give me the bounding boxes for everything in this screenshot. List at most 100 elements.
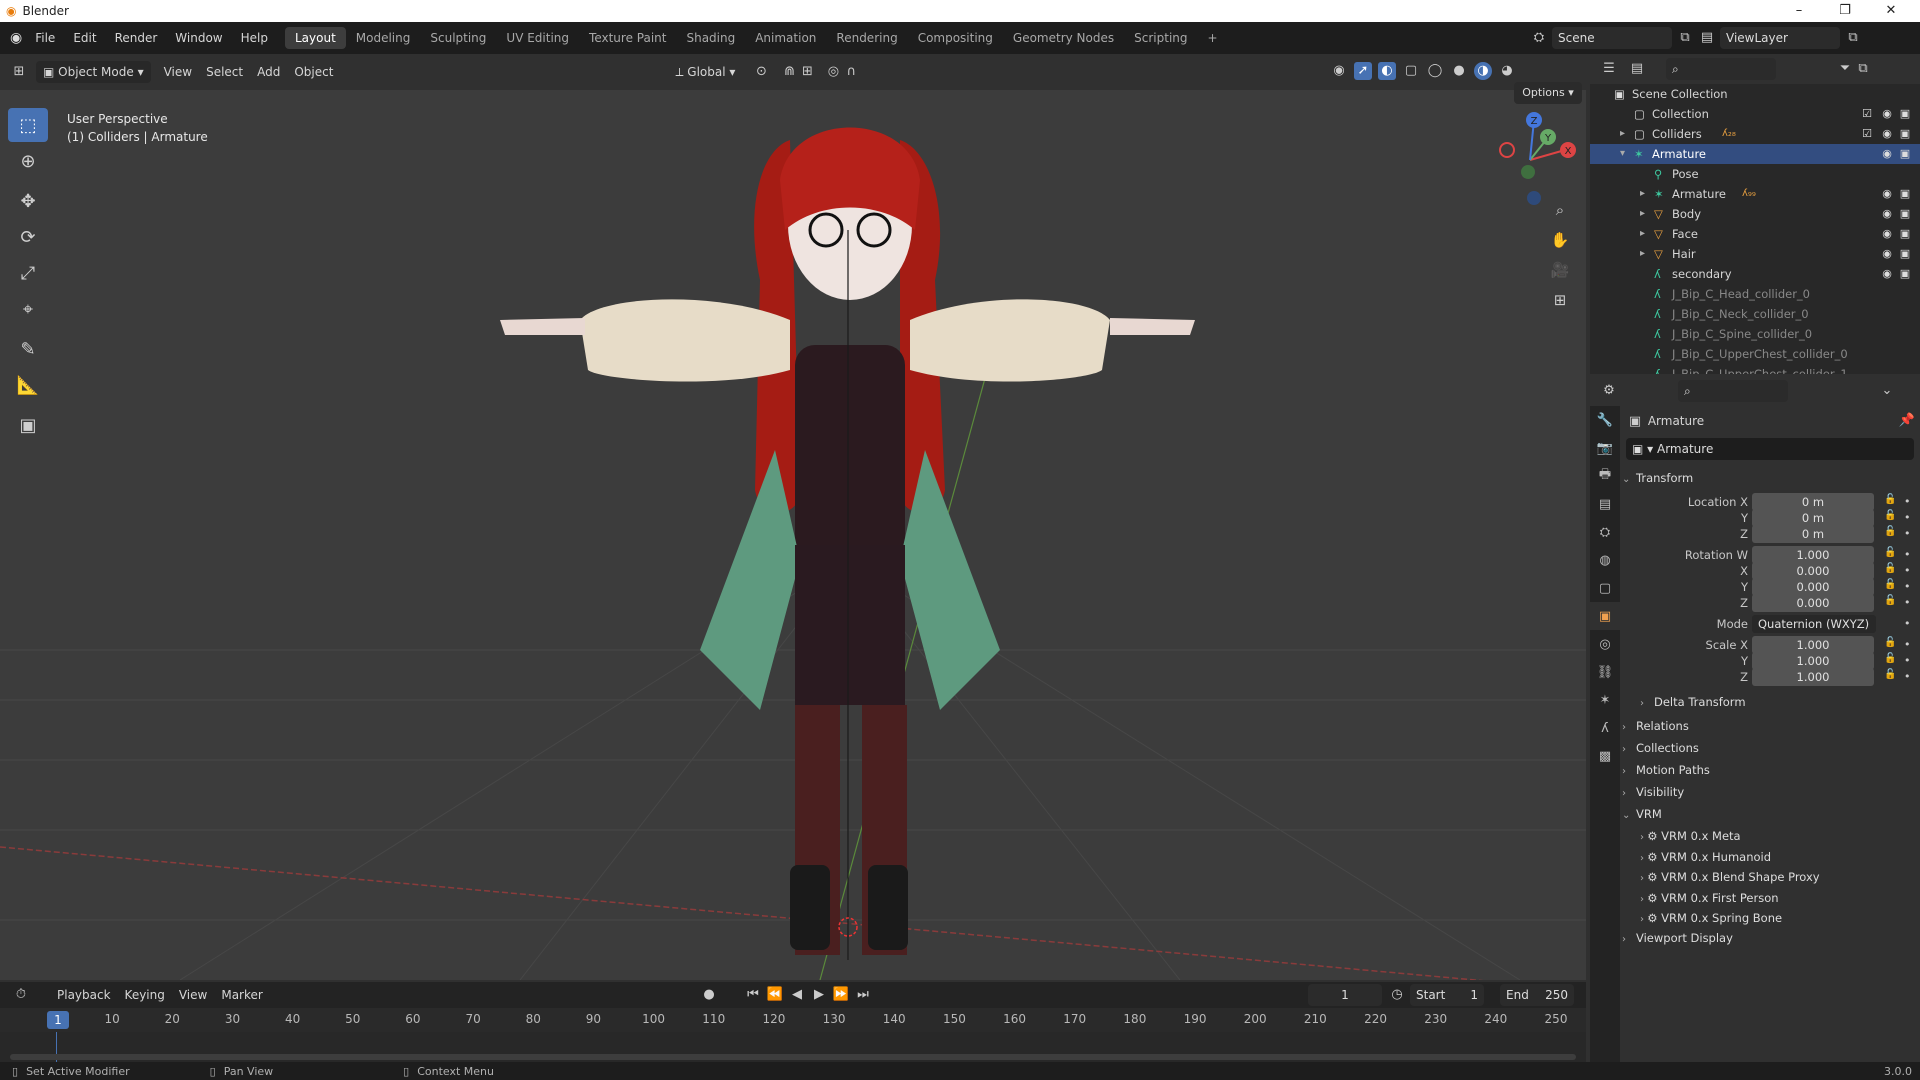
output-tab-icon[interactable]: 🖶 (1590, 462, 1620, 490)
vrm-panel-header[interactable]: ⌄ VRM (1622, 802, 1916, 826)
viewlayer-icon[interactable]: ▤ (1698, 29, 1716, 47)
bone-tab-icon[interactable]: ʎ (1590, 714, 1620, 742)
panel-motion-paths[interactable]: › Motion Paths (1622, 758, 1916, 782)
blender-menu-icon[interactable]: ◉ (10, 30, 22, 46)
falloff-icon[interactable]: ∩ (842, 63, 860, 81)
expand-toggle-icon[interactable]: ▸ (1640, 204, 1645, 224)
render-camera-icon[interactable]: ▣ (1898, 187, 1912, 201)
transform-tool[interactable]: ⌖ (8, 292, 48, 326)
mode-selector[interactable]: ▣ Object Mode ▾ (36, 61, 151, 83)
tool-tab-icon[interactable]: 🔧 (1590, 406, 1620, 434)
eye-icon[interactable]: ◉ (1880, 207, 1894, 221)
viewport-menu-add[interactable]: Add (250, 61, 287, 83)
outliner-row[interactable]: ʎ secondary ◉ ▣ (1590, 264, 1920, 284)
eye-icon[interactable]: ◉ (1880, 147, 1894, 161)
properties-editor-type-icon[interactable]: ⚙ (1600, 382, 1618, 400)
workspace-tab-compositing[interactable]: Compositing (908, 27, 1003, 49)
zoom-icon[interactable]: ⌕ (1546, 196, 1574, 224)
camera-view-icon[interactable]: 🎥 (1546, 256, 1574, 284)
properties-search-input[interactable]: ⌕ (1678, 380, 1788, 402)
wireframe-shading-icon[interactable]: ◯ (1426, 62, 1444, 80)
render-camera-icon[interactable]: ▣ (1898, 127, 1912, 141)
properties-options-icon[interactable]: ⌄ (1878, 382, 1896, 400)
render-tab-icon[interactable]: 📷 (1590, 434, 1620, 462)
gizmo-neg-y[interactable] (1521, 165, 1535, 179)
workspace-tab-uv-editing[interactable]: UV Editing (496, 27, 579, 49)
jump-keyframe-back-icon[interactable]: ⏪ (766, 986, 784, 1004)
jump-keyframe-forward-icon[interactable]: ⏩ (832, 986, 850, 1004)
end-frame-field[interactable]: End 250 (1500, 984, 1574, 1006)
eye-icon[interactable]: ◉ (1880, 187, 1894, 201)
render-camera-icon[interactable]: ▣ (1898, 147, 1912, 161)
pin-icon[interactable]: 📌 (1898, 412, 1916, 430)
lock-icon[interactable]: 🔓 (1884, 669, 1896, 680)
navigation-gizmo[interactable]: X Y Z (1480, 110, 1580, 210)
annotate-tool[interactable]: ✎ (8, 332, 48, 366)
outliner-row[interactable]: ʎ J_Bip_C_UpperChest_collider_0 (1590, 344, 1920, 364)
outliner-row[interactable]: ▢ Collection ☑ ◉ ▣ (1590, 104, 1920, 124)
outliner-row[interactable]: ʎ J_Bip_C_Neck_collider_0 (1590, 304, 1920, 324)
gizmo-icon[interactable]: ➚ (1354, 62, 1372, 80)
keyframe-dot-icon[interactable]: • (1904, 593, 1911, 613)
maximize-button[interactable]: ❐ (1822, 0, 1868, 22)
select-box-tool[interactable]: ⬚ (8, 108, 48, 142)
exclude-checkbox[interactable]: ☑ (1860, 107, 1874, 121)
object-datablock-field[interactable]: ▣ ▾ Armature (1626, 438, 1914, 460)
keyframe-dot-icon[interactable]: • (1904, 614, 1911, 634)
move-tool[interactable]: ✥ (8, 184, 48, 218)
orientation-selector[interactable]: ⟂ Global ▾ (668, 61, 742, 83)
outliner-row[interactable]: ▸ ▢ Colliders ʎ₂₈ ☑ ◉ ▣ (1590, 124, 1920, 144)
scene-icon[interactable]: ⛭ (1530, 29, 1548, 47)
workspace-tab-geometry-nodes[interactable]: Geometry Nodes (1003, 27, 1124, 49)
jump-start-icon[interactable]: ⏮ (744, 986, 762, 1004)
texture-tab-icon[interactable]: ▩ (1590, 742, 1620, 770)
outliner-row[interactable]: ʎ J_Bip_C_Spine_collider_0 (1590, 324, 1920, 344)
preview-range-icon[interactable]: ◷ (1388, 986, 1406, 1004)
object-tab-icon[interactable]: ▣ (1590, 602, 1620, 630)
property-value-field[interactable]: 1.000 (1752, 668, 1874, 686)
frame-ruler[interactable]: 1 10 20 30 40 50 60 70 80 90 100 110 120 130 140 150 160… (0, 1008, 1586, 1032)
editor-type-icon[interactable]: ⊞ (10, 63, 28, 81)
scene-tab-icon[interactable]: ⛭ (1590, 518, 1620, 546)
collection-tab-icon[interactable]: ▢ (1590, 574, 1620, 602)
expand-toggle-icon[interactable]: ▸ (1640, 184, 1645, 204)
panel-relations[interactable]: › Relations (1622, 714, 1916, 738)
exclude-checkbox[interactable]: ☑ (1860, 127, 1874, 141)
gizmo-neg-x[interactable] (1499, 142, 1515, 158)
pivot-icon[interactable]: ⊙ (752, 63, 770, 81)
timeline-editor-type-icon[interactable]: ⏱ (12, 986, 30, 1004)
timeline-body[interactable] (0, 1032, 1586, 1062)
eye-icon[interactable]: ◉ (1880, 107, 1894, 121)
property-value-field[interactable]: 0 m (1752, 525, 1874, 543)
workspace-tab-shading[interactable]: Shading (676, 27, 745, 49)
current-frame-field[interactable]: 1 (1308, 984, 1382, 1006)
render-camera-icon[interactable]: ▣ (1898, 247, 1912, 261)
expand-toggle-icon[interactable]: ▸ (1640, 224, 1645, 244)
scale-tool[interactable]: ⤢ (8, 256, 48, 290)
menu-file[interactable]: File (26, 31, 64, 45)
timeline-menu-view[interactable]: View (172, 984, 214, 1006)
render-camera-icon[interactable]: ▣ (1898, 267, 1912, 281)
menu-edit[interactable]: Edit (64, 31, 105, 45)
outliner-row[interactable]: ▣ Scene Collection (1590, 84, 1920, 104)
close-button[interactable]: ✕ (1868, 0, 1914, 22)
world-tab-icon[interactable]: ◍ (1590, 546, 1620, 574)
expand-toggle-icon[interactable]: ▾ (1620, 144, 1625, 164)
snap-target-icon[interactable]: ⊞ (798, 63, 816, 81)
outliner-row[interactable]: ʎ J_Bip_C_UpperChest_collider_1 (1590, 364, 1920, 374)
3d-viewport[interactable] (0, 90, 1586, 980)
eye-icon[interactable]: ◉ (1880, 247, 1894, 261)
options-dropdown[interactable]: Options ▾ (1514, 82, 1582, 104)
panel-visibility[interactable]: › Visibility (1622, 780, 1916, 804)
lock-icon[interactable]: 🔓 (1884, 637, 1896, 648)
outliner-search-input[interactable]: ⌕ (1666, 58, 1776, 80)
lock-icon[interactable]: 🔓 (1884, 595, 1896, 606)
lock-icon[interactable]: 🔓 (1884, 563, 1896, 574)
new-viewlayer-icon[interactable]: ⧉ (1844, 29, 1862, 47)
jump-end-icon[interactable]: ⏭ (854, 986, 872, 1004)
record-icon[interactable]: ● (700, 986, 718, 1004)
new-collection-icon[interactable]: ⧉ (1854, 60, 1872, 78)
outliner-row[interactable]: ▸ ✶ Armature ʎ₉₉ ◉ ▣ (1590, 184, 1920, 204)
outliner-row[interactable]: ʎ J_Bip_C_Head_collider_0 (1590, 284, 1920, 304)
lock-icon[interactable]: 🔓 (1884, 510, 1896, 521)
